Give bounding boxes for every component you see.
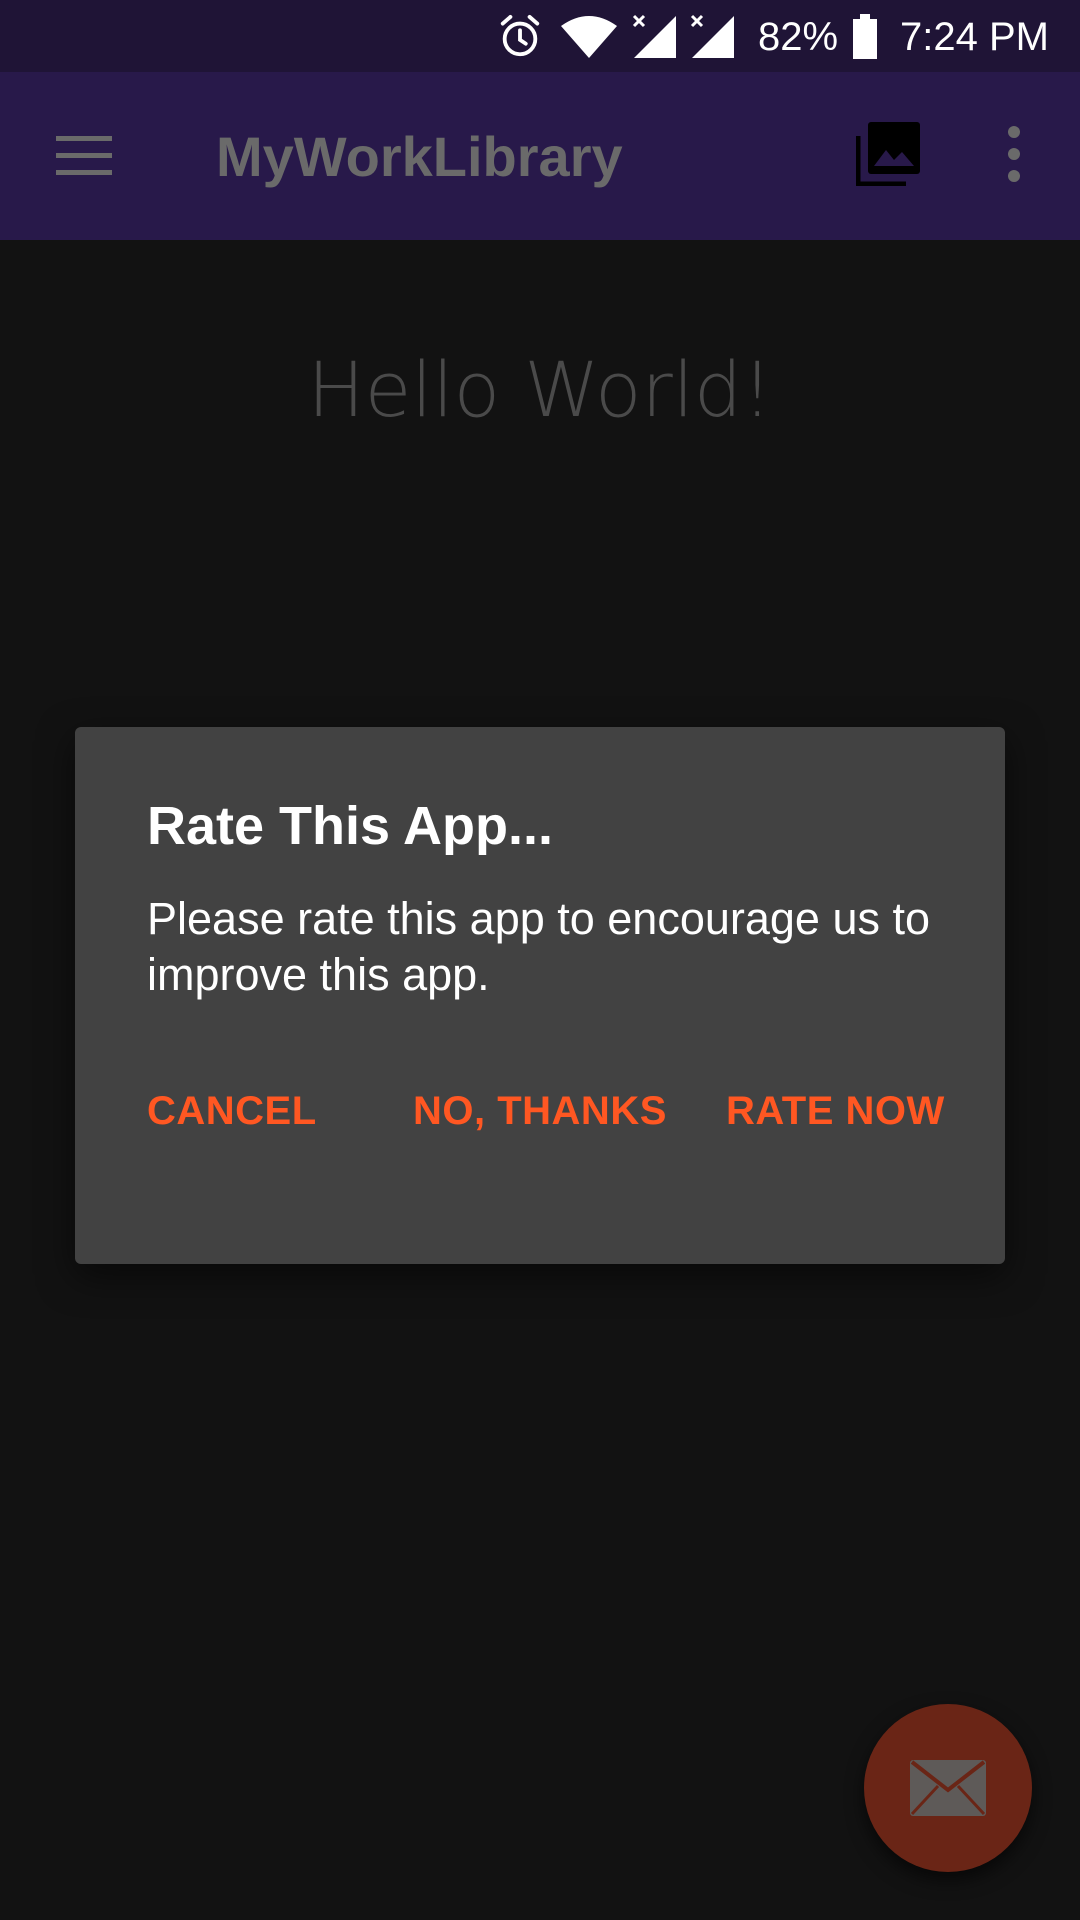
status-bar: 82% 7:24 PM [0,0,1080,72]
wifi-icon [561,16,617,58]
dialog-title: Rate This App... [147,796,554,856]
signal-no-service-icon [690,14,734,58]
mail-icon [910,1760,986,1816]
dialog-message: Please rate this app to encourage us to … [147,893,931,1000]
app-bar: MyWorkLibrary [0,72,1080,240]
alarm-icon [500,14,540,57]
no-thanks-button[interactable]: NO, THANKS [413,1085,667,1137]
cancel-button[interactable]: CANCEL [147,1085,317,1137]
battery-icon [853,14,877,59]
rate-now-button[interactable]: RATE NOW [726,1085,945,1137]
clock: 7:24 PM [900,15,1049,59]
menu-icon[interactable] [56,132,112,180]
battery-percentage: 82% [758,15,839,59]
photo-library-icon[interactable] [856,122,920,186]
rate-app-dialog: Rate This App... Please rate this app to… [75,727,1005,1264]
app-title: MyWorkLibrary [216,125,623,188]
overflow-menu-icon[interactable] [1000,124,1028,184]
hello-text: Hello World! [307,345,773,434]
mail-fab-button[interactable] [864,1704,1032,1872]
signal-no-service-icon [632,14,676,58]
